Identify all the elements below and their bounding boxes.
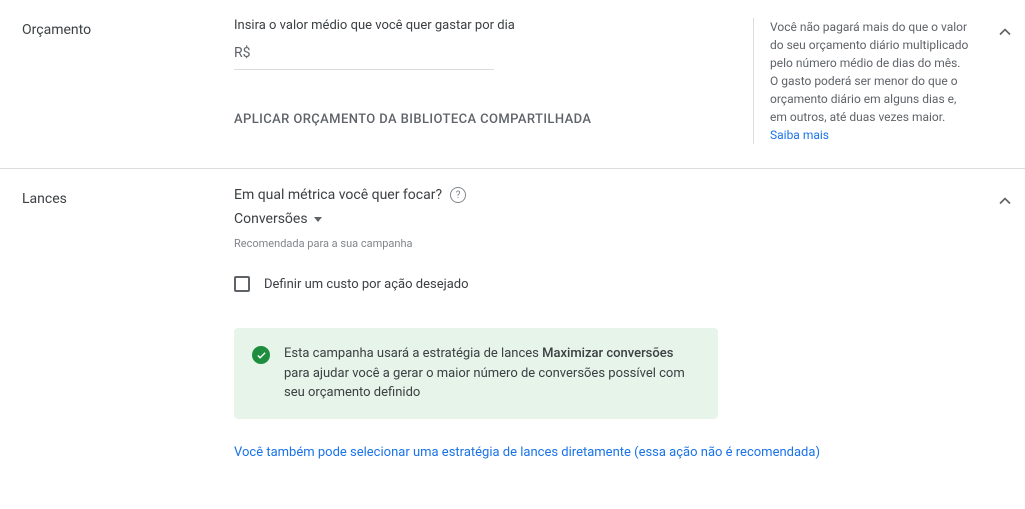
dropdown-value: Conversões [234,211,308,227]
check-circle-icon [252,346,270,364]
recommended-text: Recomendada para a sua campanha [234,237,969,250]
budget-content: Insira o valor médio que você quer gasta… [234,18,753,144]
help-icon[interactable]: ? [450,187,466,203]
budget-field-label: Insira o valor médio que você quer gasta… [234,18,737,33]
chevron-up-icon[interactable] [995,22,1015,46]
apply-library-button[interactable]: APLICAR ORÇAMENTO DA BIBLIOTECA COMPARTI… [234,112,737,127]
target-cpa-row[interactable]: Definir um custo por ação desejado [234,276,969,292]
checkbox-icon[interactable] [234,276,250,292]
notice-text: Esta campanha usará a estratégia de lanc… [284,344,700,403]
focus-question: Em qual métrica você quer focar? [234,187,442,203]
budget-input-wrapper[interactable]: R$ [234,39,737,70]
bids-label: Lances [0,187,234,460]
budget-section: Orçamento Insira o valor médio que você … [0,0,1025,169]
metric-dropdown[interactable]: Conversões [234,211,322,227]
budget-label: Orçamento [0,18,234,144]
select-strategy-link[interactable]: Você também pode selecionar uma estratég… [234,445,969,460]
budget-help: Você não pagará mais do que o valor do s… [753,18,985,144]
bids-section: Lances Em qual métrica você quer focar? … [0,169,1025,484]
chevron-up-icon[interactable] [995,191,1015,215]
chevron-down-icon [314,217,322,222]
learn-more-link[interactable]: Saiba mais [770,128,829,142]
checkbox-label: Definir um custo por ação desejado [264,277,469,292]
input-underline [234,69,494,70]
bids-content: Em qual métrica você quer focar? ? Conve… [234,187,985,460]
currency-prefix: R$ [234,39,474,67]
strategy-notice: Esta campanha usará a estratégia de lanc… [234,328,718,419]
budget-help-text: Você não pagará mais do que o valor do s… [770,20,968,124]
